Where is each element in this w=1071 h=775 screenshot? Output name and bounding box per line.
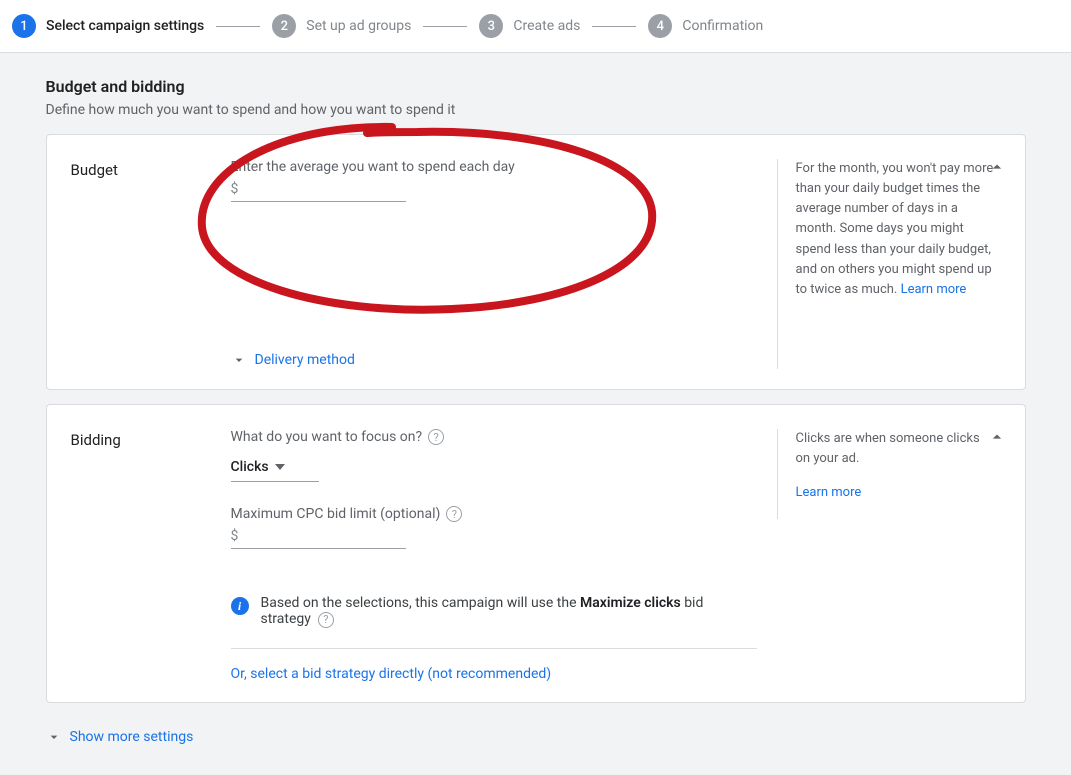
step-3[interactable]: 3 Create ads [479, 14, 580, 38]
step-4[interactable]: 4 Confirmation [648, 14, 763, 38]
currency-symbol: $ [231, 181, 239, 197]
budget-help: For the month, you won't pay more than y… [777, 159, 997, 369]
budget-input[interactable] [242, 181, 405, 197]
help-icon[interactable]: ? [318, 612, 334, 628]
bidding-learn-more-link[interactable]: Learn more [796, 485, 862, 500]
budget-learn-more-link[interactable]: Learn more [901, 282, 967, 297]
budget-input-wrap[interactable]: $ [231, 181, 406, 202]
step-label: Select campaign settings [46, 18, 204, 34]
content: Budget and bidding Define how much you w… [46, 77, 1026, 775]
budget-card: Budget Enter the average you want to spe… [46, 134, 1026, 390]
cpc-input[interactable] [242, 528, 405, 544]
bidding-help-text: Clicks are when someone clicks on your a… [796, 429, 997, 469]
chevron-down-icon [231, 352, 247, 368]
budget-label: Budget [71, 159, 231, 369]
section-subtitle: Define how much you want to spend and ho… [46, 102, 1026, 118]
step-2[interactable]: 2 Set up ad groups [272, 14, 411, 38]
cpc-label: Maximum CPC bid limit (optional) ? [231, 506, 757, 522]
chevron-up-icon [987, 427, 1007, 447]
step-divider [592, 26, 636, 27]
info-icon: i [231, 597, 249, 615]
bidding-focus-label: What do you want to focus on? ? [231, 429, 757, 445]
stepper: 1 Select campaign settings 2 Set up ad g… [0, 0, 1071, 53]
step-number: 1 [12, 14, 36, 38]
bidding-label: Bidding [71, 429, 231, 682]
divider [231, 648, 757, 649]
collapse-budget-button[interactable] [987, 157, 1007, 177]
delivery-method-toggle[interactable]: Delivery method [231, 352, 757, 368]
delivery-method-label: Delivery method [255, 352, 355, 368]
budget-field-label: Enter the average you want to spend each… [231, 159, 757, 175]
cpc-input-wrap[interactable]: $ [231, 528, 406, 549]
section-title: Budget and bidding [46, 77, 1026, 96]
step-label: Confirmation [682, 18, 763, 34]
help-icon[interactable]: ? [428, 429, 444, 445]
chevron-up-icon [987, 157, 1007, 177]
collapse-bidding-button[interactable] [987, 427, 1007, 447]
show-more-settings-toggle[interactable]: Show more settings [46, 729, 1026, 745]
bid-strategy-notice: i Based on the selections, this campaign… [231, 585, 757, 642]
bidding-help: Clicks are when someone clicks on your a… [777, 429, 997, 519]
notice-text: Based on the selections, this campaign w… [261, 595, 757, 628]
step-1[interactable]: 1 Select campaign settings [12, 14, 204, 38]
budget-main: Enter the average you want to spend each… [231, 159, 777, 369]
budget-help-text: For the month, you won't pay more than y… [796, 161, 994, 297]
bidding-main: What do you want to focus on? ? Clicks M… [231, 429, 777, 682]
step-label: Create ads [513, 18, 580, 34]
bidding-card: Bidding What do you want to focus on? ? … [46, 404, 1026, 703]
step-label: Set up ad groups [306, 18, 411, 34]
bidding-focus-dropdown[interactable]: Clicks [231, 455, 319, 482]
step-number: 2 [272, 14, 296, 38]
step-number: 4 [648, 14, 672, 38]
step-number: 3 [479, 14, 503, 38]
help-icon[interactable]: ? [446, 506, 462, 522]
show-more-label: Show more settings [70, 729, 194, 745]
dropdown-selected: Clicks [231, 459, 269, 475]
currency-symbol: $ [231, 528, 239, 544]
step-divider [216, 26, 260, 27]
chevron-down-icon [46, 729, 62, 745]
step-divider [423, 26, 467, 27]
caret-down-icon [275, 464, 285, 470]
select-bid-strategy-link[interactable]: Or, select a bid strategy directly (not … [231, 666, 552, 682]
